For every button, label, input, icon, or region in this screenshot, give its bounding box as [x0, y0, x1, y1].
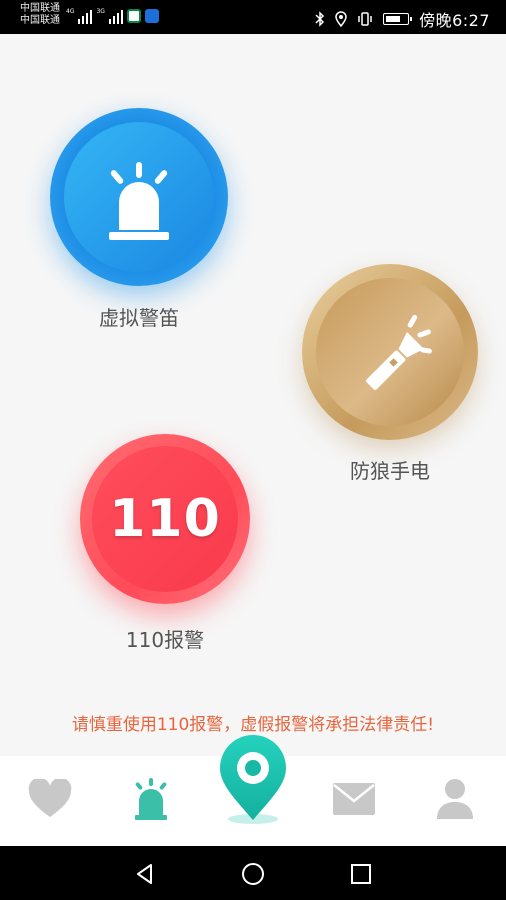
virtual-siren-label: 虚拟警笛: [99, 306, 179, 330]
status-left-icons: 4G 3G: [66, 8, 159, 24]
mail-icon: [333, 783, 375, 815]
flashlight-button-inner: [316, 278, 464, 426]
call-110-label: 110报警: [125, 628, 205, 652]
system-nav-bar: [0, 846, 506, 900]
user-icon: [437, 779, 473, 819]
siren-button-inner: [64, 122, 214, 272]
flashlight-icon: [366, 314, 432, 390]
siren-icon: [109, 162, 169, 240]
net-type-1: 4G: [66, 8, 75, 15]
tab-heart[interactable]: [20, 774, 80, 824]
status-right-icons: 傍晚6:27: [315, 7, 490, 31]
home-icon: [242, 863, 264, 885]
tab-location-center[interactable]: [216, 734, 290, 824]
carrier-labels: 中国联通 中国联通: [20, 3, 60, 27]
battery-icon: [383, 13, 413, 25]
call-110-button[interactable]: 110: [80, 434, 250, 604]
heart-icon: [28, 779, 72, 817]
main-content: 虚拟警笛 防狼手电 110 110报警 请慎重使用110报警，虚假报警将承担法律…: [0, 34, 506, 756]
carrier-2: 中国联通: [20, 15, 60, 26]
signal-icon: [78, 8, 93, 24]
flashlight-button[interactable]: [302, 264, 478, 440]
nav-back-button[interactable]: [130, 859, 160, 889]
status-time: 傍晚6:27: [419, 11, 490, 30]
bluetooth-icon: [315, 11, 325, 27]
tab-siren[interactable]: [121, 774, 181, 824]
wechat-notification-icon: [126, 9, 141, 23]
signal-icon: [108, 8, 123, 24]
back-icon: [137, 864, 152, 884]
tab-mail[interactable]: [324, 774, 384, 824]
virtual-siren-button[interactable]: [50, 108, 228, 286]
vibrate-icon: [358, 12, 372, 26]
recents-icon: [351, 864, 371, 884]
net-type-2: 3G: [96, 8, 105, 15]
nav-home-button[interactable]: [238, 859, 268, 889]
location-pin-icon: [220, 735, 286, 820]
siren-icon: [135, 778, 167, 820]
call-110-number: 110: [109, 489, 221, 549]
call-110-button-inner: 110: [92, 446, 238, 592]
shield-notification-icon: [144, 9, 159, 23]
flashlight-label: 防狼手电: [350, 459, 430, 483]
nav-recents-button[interactable]: [346, 859, 376, 889]
tab-profile[interactable]: [425, 774, 485, 824]
location-icon: [335, 11, 347, 27]
status-bar: 中国联通 中国联通 4G 3G 傍晚6:27: [0, 0, 506, 34]
warning-text: 请慎重使用110报警，虚假报警将承担法律责任!: [71, 715, 435, 735]
carrier-1: 中国联通: [20, 3, 60, 14]
